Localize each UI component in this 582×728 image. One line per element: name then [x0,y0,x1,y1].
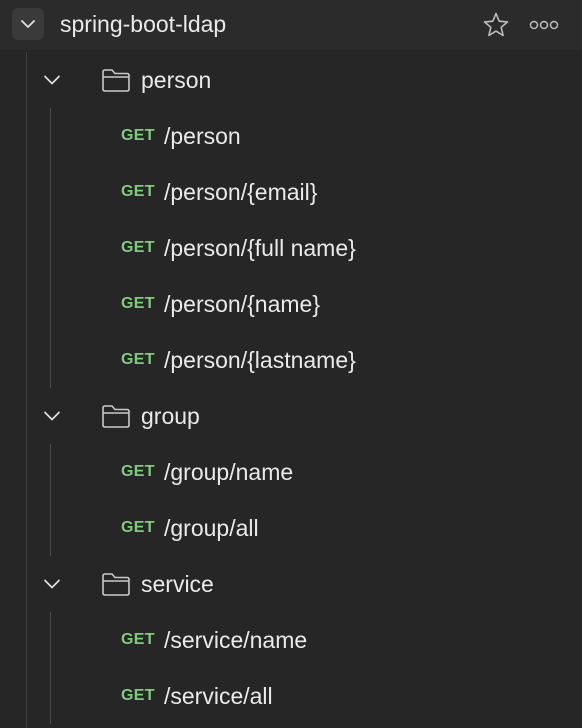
request-path: /person/{name} [164,291,321,317]
method-badge: GET [121,295,155,312]
more-options-icon [529,19,559,31]
folder-row[interactable]: person [0,52,582,108]
request-item[interactable]: GET /group/all [0,500,582,556]
method-badge: GET [121,463,155,480]
folder-label: person [141,67,212,93]
request-item[interactable]: GET /person/{full name} [0,220,582,276]
folder-children: GET /person GET /person/{email} GET /per… [0,108,582,388]
request-item[interactable]: GET /person/{name} [0,276,582,332]
folder-row[interactable]: group [0,388,582,444]
request-item[interactable]: GET /group/name [0,444,582,500]
request-path: /group/name [164,459,294,485]
request-path: /person [164,123,241,149]
request-path: /service/name [164,627,308,653]
request-path: /service/all [164,683,273,709]
folder-icon [101,67,131,93]
folder-icon [101,403,131,429]
method-badge: GET [121,127,155,144]
collection-title[interactable]: spring-boot-ldap [60,10,226,38]
star-icon [482,11,510,39]
favorite-button[interactable] [481,10,511,40]
chevron-down-icon[interactable] [40,406,64,426]
folder-service: service GET /service/name GET /service/a… [0,556,582,724]
chevron-down-icon [20,19,36,29]
folder-children: GET /service/name GET /service/all [0,612,582,724]
request-path: /person/{full name} [164,235,356,261]
collection-collapse-button[interactable] [12,8,44,40]
folder-children: GET /group/name GET /group/all [0,444,582,556]
folder-group: group GET /group/name GET /group/all [0,388,582,556]
method-badge: GET [121,631,155,648]
folder-label: group [141,403,200,429]
folder-icon [101,571,131,597]
method-badge: GET [121,183,155,200]
more-options-button[interactable] [527,10,561,40]
request-item[interactable]: GET /person [0,108,582,164]
method-badge: GET [121,687,155,704]
request-item[interactable]: GET /person/{email} [0,164,582,220]
method-badge: GET [121,519,155,536]
chevron-down-icon[interactable] [40,574,64,594]
method-badge: GET [121,239,155,256]
folder-row[interactable]: service [0,556,582,612]
request-path: /person/{email} [164,179,318,205]
request-item[interactable]: GET /service/name [0,612,582,668]
request-path: /person/{lastname} [164,347,356,373]
request-item[interactable]: GET /service/all [0,668,582,724]
method-badge: GET [121,351,155,368]
chevron-down-icon[interactable] [40,70,64,90]
request-item[interactable]: GET /person/{lastname} [0,332,582,388]
folder-label: service [141,571,214,597]
request-path: /group/all [164,515,259,541]
collection-tree: person GET /person GET /person/{email} G… [0,52,582,728]
folder-person: person GET /person GET /person/{email} G… [0,52,582,388]
collection-header[interactable]: spring-boot-ldap [0,0,582,50]
